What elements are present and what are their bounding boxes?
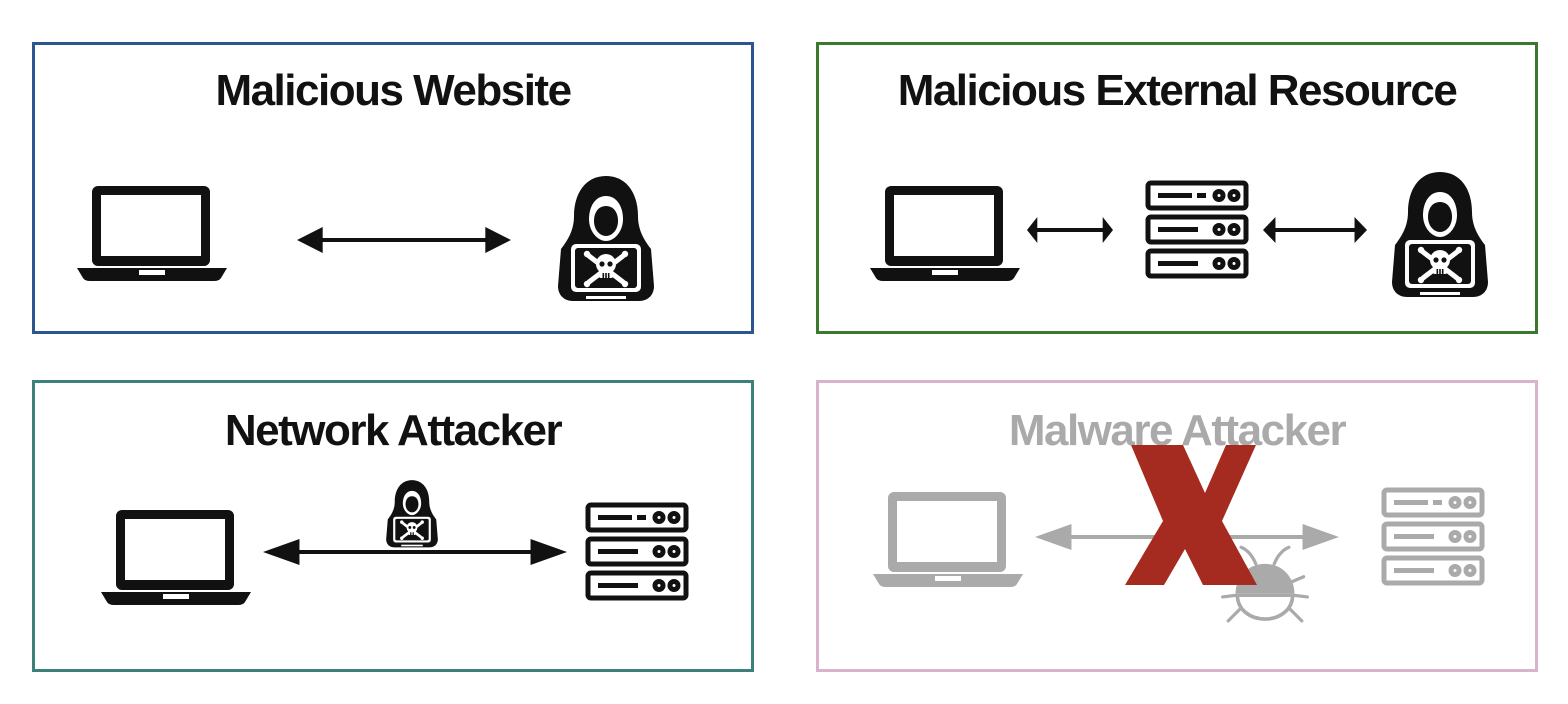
hooded-hacker-icon — [385, 479, 439, 549]
laptop-icon — [77, 186, 227, 281]
red-x-mark-icon — [1125, 445, 1257, 585]
laptop-icon — [870, 186, 1020, 281]
hooded-hacker-icon — [1392, 172, 1488, 297]
laptop-icon — [101, 510, 251, 605]
server-rack-icon — [1384, 490, 1482, 583]
hooded-hacker-icon — [558, 176, 654, 301]
double-arrow-icon — [1263, 215, 1367, 245]
panel-malicious-website: Malicious Website — [32, 42, 754, 334]
laptop-icon — [873, 492, 1023, 587]
double-arrow-icon — [1027, 215, 1113, 245]
server-rack-icon — [588, 505, 686, 598]
server-rack-icon — [1148, 183, 1246, 276]
panel-network-attacker: Network Attacker — [32, 380, 754, 672]
double-arrow-icon — [297, 227, 511, 253]
panel-malware-attacker: Malware Attacker — [816, 380, 1538, 672]
panel-malicious-external-resource: Malicious External Resource — [816, 42, 1538, 334]
